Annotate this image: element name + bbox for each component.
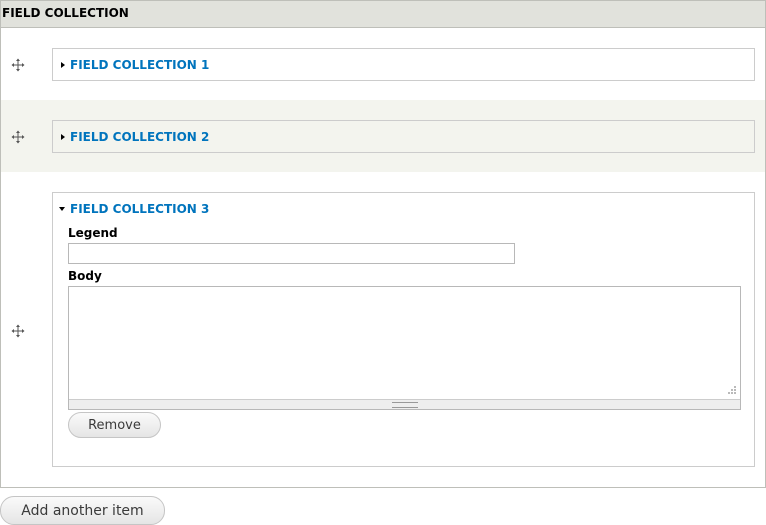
textarea-grippie[interactable] xyxy=(69,399,740,409)
fieldset-collapsed: FIELD COLLECTION 1 xyxy=(52,48,755,81)
legend-input[interactable] xyxy=(68,243,515,264)
legend-field-label: Legend xyxy=(68,226,118,240)
fieldset-legend-label: FIELD COLLECTION 3 xyxy=(70,202,210,216)
fieldset-legend-toggle[interactable]: FIELD COLLECTION 1 xyxy=(59,58,209,72)
table-row: FIELD COLLECTION 3 Legend Body Remove xyxy=(1,172,765,487)
table-row: FIELD COLLECTION 1 xyxy=(1,28,765,100)
drag-handle-icon[interactable] xyxy=(11,58,25,72)
field-collection-table: FIELD COLLECTION FIELD COLLECTION 1 FIEL… xyxy=(0,0,766,488)
add-another-item-button[interactable]: Add another item xyxy=(0,496,165,525)
fieldset-legend-toggle[interactable]: FIELD COLLECTION 3 xyxy=(59,202,209,216)
triangle-right-icon xyxy=(61,134,65,140)
body-field-label: Body xyxy=(68,269,102,283)
resize-handle-icon[interactable] xyxy=(725,385,737,397)
fieldset-expanded: FIELD COLLECTION 3 Legend Body Remove xyxy=(52,192,755,467)
remove-button[interactable]: Remove xyxy=(68,412,161,438)
grip-lines-icon xyxy=(391,402,418,408)
fieldset-collapsed: FIELD COLLECTION 2 xyxy=(52,120,755,153)
fieldset-legend-toggle[interactable]: FIELD COLLECTION 2 xyxy=(59,130,209,144)
drag-handle-icon[interactable] xyxy=(11,324,25,338)
drag-handle-icon[interactable] xyxy=(11,130,25,144)
triangle-down-icon xyxy=(59,207,65,211)
body-textarea[interactable] xyxy=(68,286,741,410)
triangle-right-icon xyxy=(61,62,65,68)
table-header: FIELD COLLECTION xyxy=(1,1,765,28)
table-row: FIELD COLLECTION 2 xyxy=(1,100,765,172)
fieldset-legend-label: FIELD COLLECTION 1 xyxy=(70,58,210,72)
fieldset-legend-label: FIELD COLLECTION 2 xyxy=(70,130,210,144)
